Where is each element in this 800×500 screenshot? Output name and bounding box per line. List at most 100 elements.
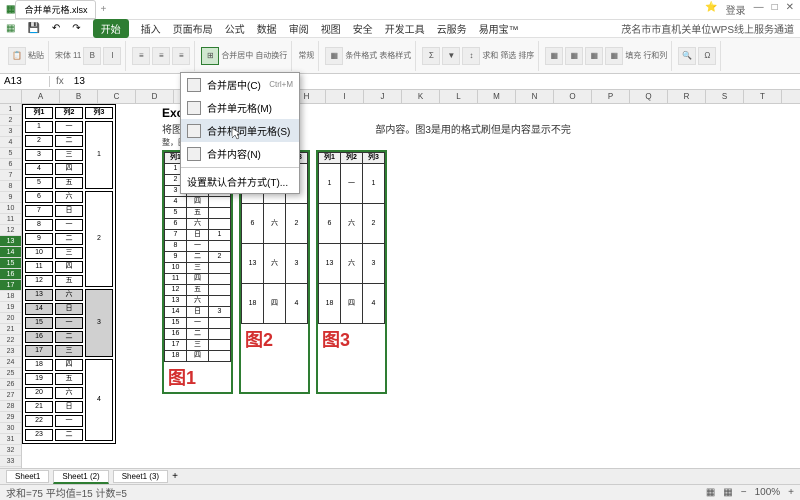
tab-view[interactable]: 视图: [321, 21, 341, 36]
add-sheet-button[interactable]: +: [172, 471, 178, 482]
star-icon[interactable]: ⭐: [705, 2, 717, 17]
row-head[interactable]: 1: [0, 104, 21, 115]
file-tab[interactable]: 合并单元格.xlsx: [15, 0, 96, 19]
row-head[interactable]: 33: [0, 456, 21, 467]
wps-logo-icon[interactable]: ▦: [6, 23, 15, 34]
tab-add-icon[interactable]: +: [100, 4, 106, 15]
row-head[interactable]: 8: [0, 181, 21, 192]
italic-button[interactable]: I: [103, 47, 121, 65]
row-head[interactable]: 9: [0, 192, 21, 203]
sum-button[interactable]: Σ: [422, 47, 440, 65]
tab-start[interactable]: 开始: [93, 19, 129, 38]
tab-data[interactable]: 数据: [257, 21, 277, 36]
row-head[interactable]: 24: [0, 357, 21, 368]
merge-default-item[interactable]: 设置默认合并方式(T)...: [181, 170, 299, 193]
row-head[interactable]: 26: [0, 379, 21, 390]
bold-button[interactable]: B: [83, 47, 101, 65]
col-head[interactable]: D: [136, 90, 174, 103]
redo-icon[interactable]: ↷: [72, 23, 80, 34]
row-head[interactable]: 12: [0, 225, 21, 236]
col-head[interactable]: A: [22, 90, 60, 103]
row-head[interactable]: 28: [0, 401, 21, 412]
row-head[interactable]: 13: [0, 236, 21, 247]
symbol-button[interactable]: Ω: [698, 47, 716, 65]
col-head[interactable]: O: [554, 90, 592, 103]
select-all-corner[interactable]: [0, 90, 22, 103]
merge-center-item[interactable]: 合并居中(C) Ctrl+M: [181, 73, 299, 96]
fill-button[interactable]: ▦: [545, 47, 563, 65]
align-center-button[interactable]: ≡: [152, 47, 170, 65]
formula-value[interactable]: 13: [70, 76, 89, 87]
autowrap-label[interactable]: 自动换行: [255, 50, 287, 61]
zoom-in-button[interactable]: +: [788, 487, 794, 498]
col-head[interactable]: S: [706, 90, 744, 103]
row-head[interactable]: 30: [0, 423, 21, 434]
sort-button[interactable]: ↕: [462, 47, 480, 65]
tab-review[interactable]: 审阅: [289, 21, 309, 36]
col-head[interactable]: C: [98, 90, 136, 103]
tab-security[interactable]: 安全: [353, 21, 373, 36]
cell-reference[interactable]: A13: [0, 76, 50, 87]
minimize-icon[interactable]: —: [754, 2, 764, 17]
merge-content-item[interactable]: 合并内容(N): [181, 142, 299, 165]
view-page-icon[interactable]: ▦: [723, 487, 732, 498]
row-head[interactable]: 7: [0, 170, 21, 181]
row-head[interactable]: 15: [0, 258, 21, 269]
col-head[interactable]: I: [326, 90, 364, 103]
col-head[interactable]: P: [592, 90, 630, 103]
row-head[interactable]: 6: [0, 159, 21, 170]
numfmt-select[interactable]: 常规: [298, 50, 314, 61]
view-normal-icon[interactable]: ▦: [706, 487, 715, 498]
row-head[interactable]: 11: [0, 214, 21, 225]
tablestyle-label[interactable]: 表格样式: [379, 50, 411, 61]
col-head[interactable]: N: [516, 90, 554, 103]
col-head[interactable]: B: [60, 90, 98, 103]
col-head[interactable]: L: [440, 90, 478, 103]
row-head[interactable]: 32: [0, 445, 21, 456]
row-head[interactable]: 3: [0, 126, 21, 137]
rowcol-button[interactable]: ▦: [565, 47, 583, 65]
col-head[interactable]: Q: [630, 90, 668, 103]
row-head[interactable]: 27: [0, 390, 21, 401]
merge-cells-item[interactable]: 合并单元格(M): [181, 96, 299, 119]
tab-layout[interactable]: 页面布局: [173, 21, 213, 36]
row-head[interactable]: 25: [0, 368, 21, 379]
sheet-tab-2[interactable]: Sheet1 (2): [53, 470, 108, 484]
freeze-button[interactable]: ▦: [605, 47, 623, 65]
sheet-tab-1[interactable]: Sheet1: [6, 470, 49, 483]
sheet-button[interactable]: ▦: [585, 47, 603, 65]
maximize-icon[interactable]: □: [772, 2, 778, 17]
row-head[interactable]: 2: [0, 115, 21, 126]
condfmt-button[interactable]: ▦: [325, 47, 343, 65]
row-head[interactable]: 4: [0, 137, 21, 148]
row-head[interactable]: 29: [0, 412, 21, 423]
col-head[interactable]: T: [744, 90, 782, 103]
filter-button[interactable]: ▼: [442, 47, 460, 65]
tab-formula[interactable]: 公式: [225, 21, 245, 36]
row-head[interactable]: 19: [0, 302, 21, 313]
font-select[interactable]: 宋体: [55, 50, 71, 61]
col-head[interactable]: R: [668, 90, 706, 103]
col-head[interactable]: J: [364, 90, 402, 103]
save-icon[interactable]: 💾: [27, 23, 39, 34]
row-head[interactable]: 16: [0, 269, 21, 280]
cell-grid[interactable]: 列1列2列3 1一12二3三4四5五6六27日8一9二10三11四12五13六3…: [22, 104, 800, 470]
tab-cloud[interactable]: 云服务: [437, 21, 467, 36]
service-link[interactable]: 茂名市市直机关单位WPS线上服务通道: [621, 21, 794, 36]
paste-button[interactable]: 📋: [8, 47, 26, 65]
merge-button[interactable]: ⊞: [201, 47, 219, 65]
tab-easyuse[interactable]: 易用宝™: [479, 21, 519, 36]
fx-icon[interactable]: fx: [50, 76, 70, 87]
undo-icon[interactable]: ↶: [52, 23, 60, 34]
col-head[interactable]: M: [478, 90, 516, 103]
sheet-tab-3[interactable]: Sheet1 (3): [113, 470, 168, 483]
size-select[interactable]: 11: [73, 51, 81, 60]
align-right-button[interactable]: ≡: [172, 47, 190, 65]
row-head[interactable]: 20: [0, 313, 21, 324]
zoom-out-button[interactable]: −: [741, 487, 747, 498]
row-head[interactable]: 31: [0, 434, 21, 445]
row-head[interactable]: 21: [0, 324, 21, 335]
row-head[interactable]: 17: [0, 280, 21, 291]
row-head[interactable]: 14: [0, 247, 21, 258]
align-left-button[interactable]: ≡: [132, 47, 150, 65]
